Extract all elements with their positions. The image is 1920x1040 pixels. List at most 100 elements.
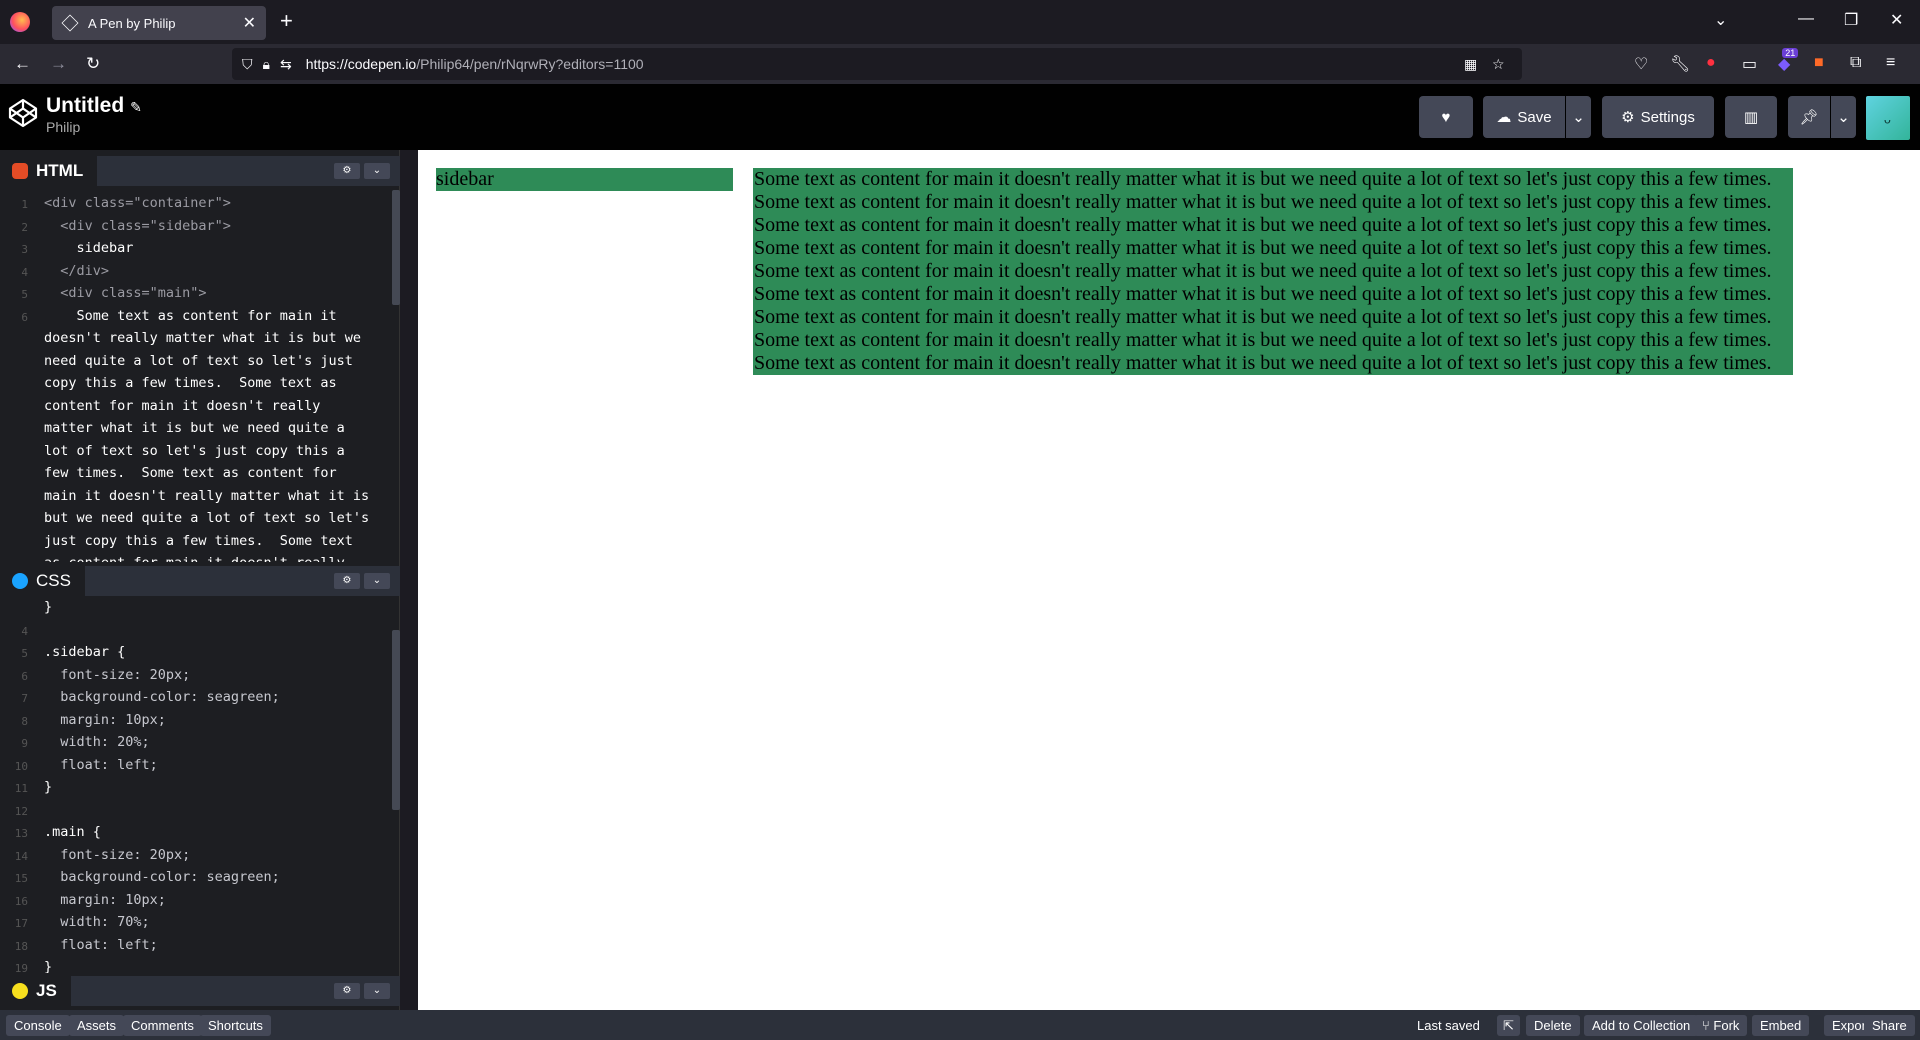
pin-icon: 📌︎ xyxy=(1799,109,1819,126)
extension-badge-icon[interactable]: ◆ 21 xyxy=(1778,48,1799,74)
css-line-number: 19 xyxy=(14,962,28,973)
css-code-line: } xyxy=(44,599,53,615)
restore-icon[interactable]: ❐ xyxy=(1844,10,1858,30)
html-code-line: as content for main it doesn't really xyxy=(44,552,345,562)
save-options-button[interactable]: ⌄ xyxy=(1566,96,1591,138)
html-code-line: <div class="container"> xyxy=(44,195,231,211)
extension-red-icon[interactable]: ● xyxy=(1706,54,1716,72)
firefox-icon[interactable] xyxy=(10,12,30,32)
html-line-number: 6 xyxy=(21,310,28,324)
console-button[interactable]: Console xyxy=(6,1015,70,1036)
menu-icon[interactable]: ≡ xyxy=(1886,54,1895,72)
css-line-number: 7 xyxy=(21,692,28,705)
open-external-button[interactable]: ⇱ xyxy=(1497,1015,1520,1036)
pen-owner[interactable]: Philip xyxy=(46,119,80,135)
codepen-favicon-icon xyxy=(61,14,79,32)
permissions-icon[interactable]: ⇆ xyxy=(280,56,292,73)
comments-button[interactable]: Comments xyxy=(123,1015,202,1036)
css-code-line: background-color: seagreen; xyxy=(44,869,280,885)
html-settings-icon[interactable]: ⚙ xyxy=(334,163,360,179)
love-button[interactable]: ♥ xyxy=(1419,96,1473,138)
bookmark-star-icon[interactable]: ☆ xyxy=(1492,56,1505,73)
css-line-number: 8 xyxy=(21,714,28,728)
pocket-icon[interactable]: ♡ xyxy=(1634,54,1648,74)
list-tabs-icon[interactable]: ⌄ xyxy=(1714,10,1727,30)
shortcuts-button[interactable]: Shortcuts xyxy=(200,1015,271,1036)
edit-pencil-icon[interactable]: ✎ xyxy=(130,99,142,115)
html-collapse-icon[interactable]: ⌄ xyxy=(364,163,390,179)
extension-card-icon[interactable]: ▭ xyxy=(1742,54,1757,74)
extensions-puzzle-icon[interactable]: ⧉ xyxy=(1850,54,1861,72)
css-code-line: font-size: 20px; xyxy=(44,846,191,863)
html-code-editor[interactable]: 1 <div class="container"> 2 <div class="si… xyxy=(0,189,400,562)
css-scrollbar[interactable] xyxy=(392,630,400,810)
preview-main-line: Some text as content for main it doesn't… xyxy=(754,329,1772,351)
css-settings-icon[interactable]: ⚙ xyxy=(334,573,360,589)
html-scrollbar[interactable] xyxy=(392,190,400,305)
css-line-number: 4 xyxy=(21,624,28,638)
html-code-line: Some text as content for main it xyxy=(44,307,337,324)
extension-orange-icon[interactable]: ■ xyxy=(1814,54,1824,72)
codepen-header: Untitled ✎ Philip ♥ ☁ Save ⌄ ⚙ Settings ▥ 📌… xyxy=(0,84,1920,150)
preview-main-line: Some text as content for main it doesn't… xyxy=(754,237,1772,259)
preview-main-line: Some text as content for main it doesn't… xyxy=(754,283,1772,305)
qr-icon[interactable]: ▦ xyxy=(1464,56,1477,73)
css-line-number: 12 xyxy=(14,804,28,818)
close-tab-icon[interactable]: ✕ xyxy=(243,13,256,33)
add-to-collection-button[interactable]: Add to Collection xyxy=(1584,1015,1699,1036)
html-code-line: lot of text so let's just copy this a xyxy=(44,442,345,459)
share-button[interactable]: Share xyxy=(1864,1015,1915,1036)
embed-button[interactable]: Embed xyxy=(1752,1015,1810,1036)
html-editor-tab[interactable]: HTML xyxy=(0,156,98,186)
js-editor-tab[interactable]: JS xyxy=(0,976,71,1006)
pen-title[interactable]: Untitled ✎ xyxy=(46,94,142,118)
address-bar[interactable]: ⛉ 🔒︎ ⇆ https://codepen.io/Philip64/pen/r… xyxy=(232,48,1522,80)
browser-tab[interactable]: A Pen by Philip ✕ xyxy=(52,6,266,40)
lock-icon[interactable]: 🔒︎ xyxy=(263,56,270,73)
html-line-number: 3 xyxy=(21,243,28,256)
js-settings-icon[interactable]: ⚙ xyxy=(334,983,360,999)
change-view-button[interactable]: ▥ xyxy=(1725,96,1777,138)
preview-main-line: Some text as content for main it doesn't… xyxy=(754,260,1772,282)
css-collapse-icon[interactable]: ⌄ xyxy=(364,573,390,589)
minimize-icon[interactable]: — xyxy=(1798,10,1814,28)
html-icon xyxy=(12,163,28,179)
result-preview[interactable]: sidebar Some text as content for main it… xyxy=(418,150,1920,1010)
preview-sidebar: sidebar xyxy=(436,168,733,191)
close-window-icon[interactable]: ✕ xyxy=(1890,10,1903,30)
css-code-line: float: left; xyxy=(44,756,158,773)
css-icon xyxy=(12,573,28,589)
last-saved-text: Last saved xyxy=(1417,1018,1480,1033)
css-code-line: width: 20%; xyxy=(44,734,150,750)
settings-button[interactable]: ⚙ Settings xyxy=(1602,96,1714,138)
html-code-line: matter what it is but we need quite a xyxy=(44,420,345,436)
html-code-line: just copy this a few times. Some text xyxy=(44,532,353,549)
forward-icon[interactable]: → xyxy=(50,54,67,74)
shield-icon[interactable]: ⛉ xyxy=(242,56,253,73)
pin-options-button[interactable]: ⌄ xyxy=(1831,96,1856,138)
back-icon[interactable]: ← xyxy=(14,54,31,74)
html-line-number: 2 xyxy=(21,220,28,234)
html-code-line: </div> xyxy=(44,262,110,279)
preview-main-line: Some text as content for main it doesn't… xyxy=(754,306,1772,328)
pin-button[interactable]: 📌︎ xyxy=(1788,96,1830,138)
codepen-logo-icon[interactable] xyxy=(8,98,38,128)
delete-button[interactable]: Delete xyxy=(1526,1015,1580,1036)
css-line-number: 11 xyxy=(14,782,28,795)
save-button[interactable]: ☁ Save xyxy=(1483,96,1565,138)
reload-icon[interactable]: ↻ xyxy=(86,54,100,74)
fork-button[interactable]: ⑂ Fork xyxy=(1694,1015,1748,1036)
js-collapse-icon[interactable]: ⌄ xyxy=(364,983,390,999)
avatar[interactable]: ᵕ xyxy=(1866,96,1910,140)
css-line-number: 5 xyxy=(21,647,28,660)
new-tab-icon[interactable]: + xyxy=(280,10,293,32)
css-editor-tab[interactable]: CSS xyxy=(0,566,85,596)
css-code-editor[interactable]: } 4 5 .sidebar {6 font-size: 20px; 7 backgro… xyxy=(0,593,400,973)
preview-main-line: Some text as content for main it doesn't… xyxy=(754,352,1772,374)
layout-icon: ▥ xyxy=(1743,109,1759,126)
wrench-icon[interactable]: 🔧︎ xyxy=(1670,54,1690,74)
assets-button[interactable]: Assets xyxy=(69,1015,125,1036)
html-code-line: main it doesn't really matter what it is xyxy=(44,487,370,504)
browser-tab-bar: A Pen by Philip ✕ + ⌄ — ❐ ✕ xyxy=(0,0,1920,44)
preview-main-line: Some text as content for main it doesn't… xyxy=(754,191,1772,213)
